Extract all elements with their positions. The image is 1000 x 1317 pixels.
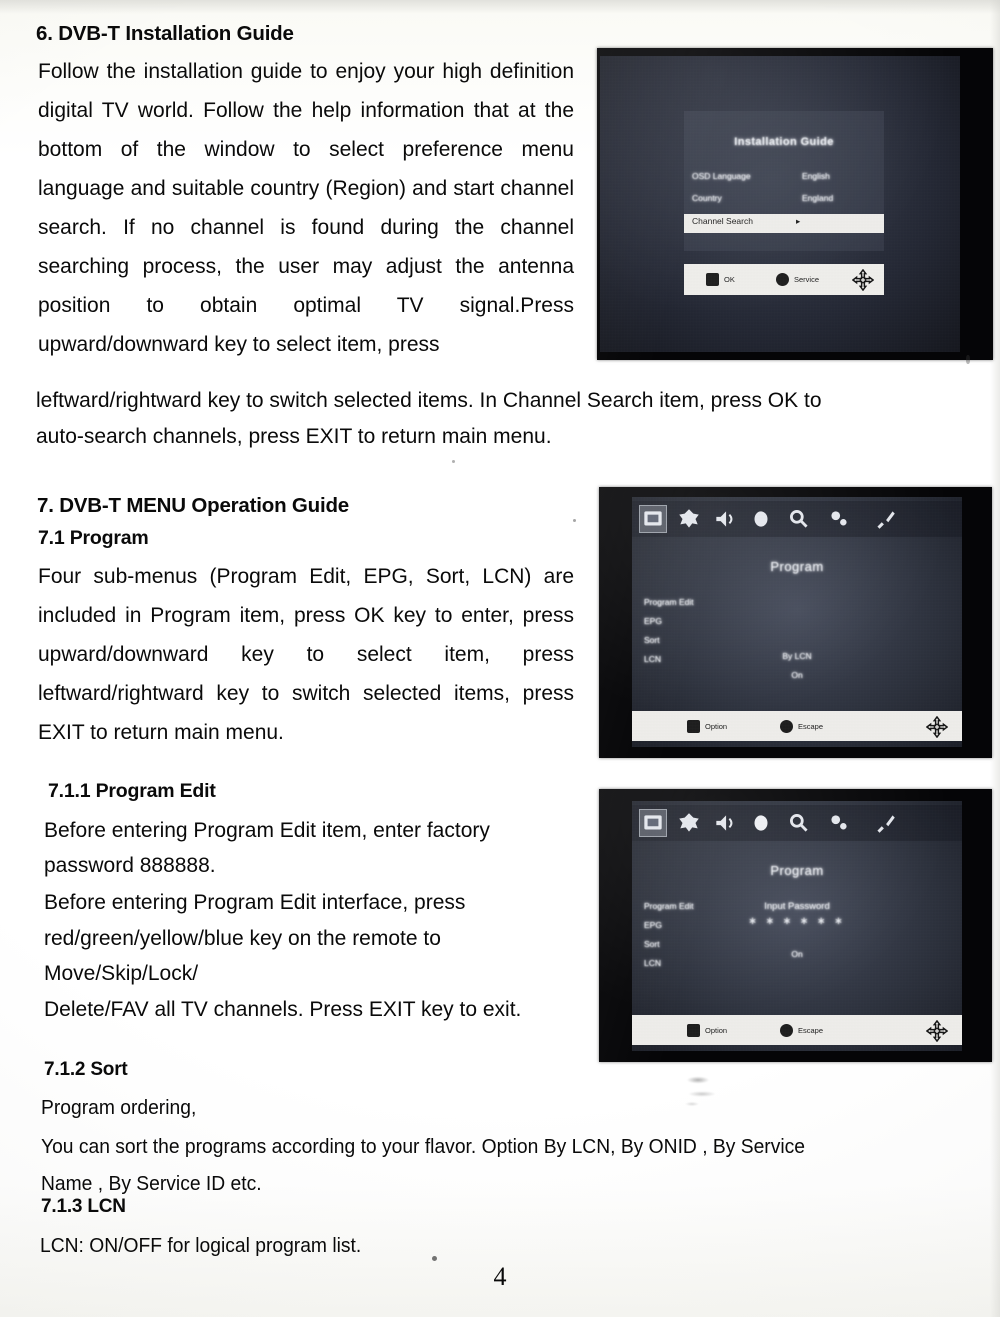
picture-icon[interactable] — [676, 506, 702, 532]
option-button[interactable]: Option — [687, 720, 727, 733]
section-6-heading: 6. DVB-T Installation Guide — [36, 22, 294, 45]
installation-guide-bottom-bar: OK Service — [684, 264, 884, 295]
password-prompt-label: Input Password — [764, 901, 830, 912]
program-menu-bottom-bar: Option Escape — [632, 711, 962, 741]
section-7-1-2-line-2: You can sort the programs according to y… — [41, 1135, 805, 1158]
escape-button[interactable]: Escape — [780, 720, 823, 733]
scanned-manual-page: 6. DVB-T Installation Guide Follow the i… — [0, 0, 1000, 1317]
program-password-title: Program — [770, 863, 824, 878]
search-icon[interactable] — [786, 506, 812, 532]
installation-guide-dialog: Installation Guide OSD Language English … — [684, 111, 884, 251]
escape-label: Escape — [798, 722, 824, 731]
section-6-continuation-line-2: auto-search channels, press EXIT to retu… — [36, 425, 552, 448]
ok-label: OK — [724, 275, 735, 284]
section-7-heading: 7. DVB-T MENU Operation Guide — [37, 494, 349, 517]
program-password-icon-bar — [632, 805, 962, 841]
escape-label: Escape — [798, 1026, 824, 1035]
section-7-1-1-line-4: red/green/yellow/blue key on the remote … — [44, 927, 441, 950]
lcn-value: On — [791, 949, 803, 959]
exit-icon — [780, 720, 793, 733]
dpad-icon — [925, 1019, 949, 1043]
channel-search-row[interactable]: Channel Search ▸ — [684, 214, 884, 233]
program-password-bottom-bar: Option Escape — [632, 1015, 962, 1045]
section-6-continuation-line-1: leftward/rightward key to switch selecte… — [36, 389, 822, 412]
ok-icon — [687, 720, 700, 733]
section-7-1-paragraph: Four sub-menus (Program Edit, EPG, Sort,… — [38, 565, 574, 744]
program-menu-title: Program — [770, 559, 824, 574]
osd-language-label: OSD Language — [692, 171, 751, 181]
option-icon[interactable] — [826, 506, 852, 532]
scan-speck — [452, 460, 455, 463]
section-7-1-1-line-2: password 888888. — [44, 854, 216, 877]
system-icon[interactable] — [872, 810, 898, 836]
country-row[interactable]: Country England — [684, 191, 884, 208]
country-label: Country — [692, 193, 722, 203]
ok-icon — [687, 1024, 700, 1037]
scan-smudge — [676, 1068, 736, 1116]
scan-edge-top — [0, 0, 1000, 14]
installation-guide-photo: Installation Guide OSD Language English … — [597, 48, 993, 360]
section-7-1-1-line-1: Before entering Program Edit item, enter… — [44, 819, 490, 842]
dpad-icon — [925, 715, 949, 739]
scan-speck — [432, 1256, 437, 1261]
scan-speck — [573, 519, 576, 522]
option-label: Option — [705, 722, 728, 731]
sort-value: By LCN — [782, 651, 812, 661]
service-button[interactable]: Service — [776, 273, 819, 286]
section-7-1-heading: 7.1 Program — [38, 527, 149, 549]
option-icon[interactable] — [826, 810, 852, 836]
program-menu-icon-bar — [632, 501, 962, 537]
section-7-1-2-line-1: Program ordering, — [41, 1096, 197, 1119]
ok-button[interactable]: OK — [706, 273, 735, 286]
program-password-photo: Program Program Edit EPG Sort LCN Input … — [599, 789, 992, 1062]
system-icon[interactable] — [872, 506, 898, 532]
country-value: England — [802, 193, 834, 203]
section-7-1-2-heading: 7.1.2 Sort — [44, 1059, 128, 1080]
section-7-1-1-line-5: Move/Skip/Lock/ — [44, 962, 199, 985]
program-icon[interactable] — [639, 505, 667, 533]
exit-icon — [780, 1024, 793, 1037]
lcn-value: On — [791, 670, 803, 680]
section-7-1-3-heading: 7.1.3 LCN — [41, 1196, 126, 1217]
program-menu-values: By LCN On — [632, 609, 962, 685]
option-button[interactable]: Option — [687, 1024, 727, 1037]
osd-language-row[interactable]: OSD Language English — [684, 169, 884, 186]
search-icon[interactable] — [786, 810, 812, 836]
ok-icon — [706, 273, 719, 286]
service-label: Service — [794, 275, 820, 284]
installation-guide-screen: Installation Guide OSD Language English … — [600, 56, 960, 352]
password-input[interactable]: ∗ ∗ ∗ ∗ ∗ ∗ — [632, 916, 962, 927]
sound-icon[interactable] — [712, 810, 738, 836]
section-7-1-1-heading: 7.1.1 Program Edit — [48, 780, 216, 802]
section-7-1-1-line-3: Before entering Program Edit interface, … — [44, 891, 466, 914]
escape-button[interactable]: Escape — [780, 1024, 823, 1037]
section-7-1-3-line-1: LCN: ON/OFF for logical program list. — [40, 1234, 362, 1257]
option-label: Option — [705, 1026, 728, 1035]
password-prompt-box: Input Password ∗ ∗ ∗ ∗ ∗ ∗ On — [632, 901, 962, 959]
channel-search-value: ▸ — [796, 216, 801, 226]
channel-search-label: Channel Search — [692, 216, 753, 226]
osd-language-value: English — [802, 171, 830, 181]
time-icon[interactable] — [748, 810, 774, 836]
program-menu-screen: Program Program Edit EPG Sort LCN By LCN… — [632, 497, 962, 747]
section-7-1-1-line-6: Delete/FAV all TV channels. Press EXIT k… — [44, 998, 522, 1021]
program-password-screen: Program Program Edit EPG Sort LCN Input … — [632, 801, 962, 1051]
installation-guide-title: Installation Guide — [734, 136, 834, 148]
picture-icon[interactable] — [676, 810, 702, 836]
exit-icon — [776, 273, 789, 286]
section-6-paragraph: Follow the installation guide to enjoy y… — [38, 60, 574, 356]
page-number: 4 — [493, 1262, 507, 1291]
dpad-icon — [851, 268, 875, 292]
time-icon[interactable] — [748, 506, 774, 532]
program-icon[interactable] — [639, 809, 667, 837]
sound-icon[interactable] — [712, 506, 738, 532]
program-menu-photo: Program Program Edit EPG Sort LCN By LCN… — [599, 487, 992, 758]
